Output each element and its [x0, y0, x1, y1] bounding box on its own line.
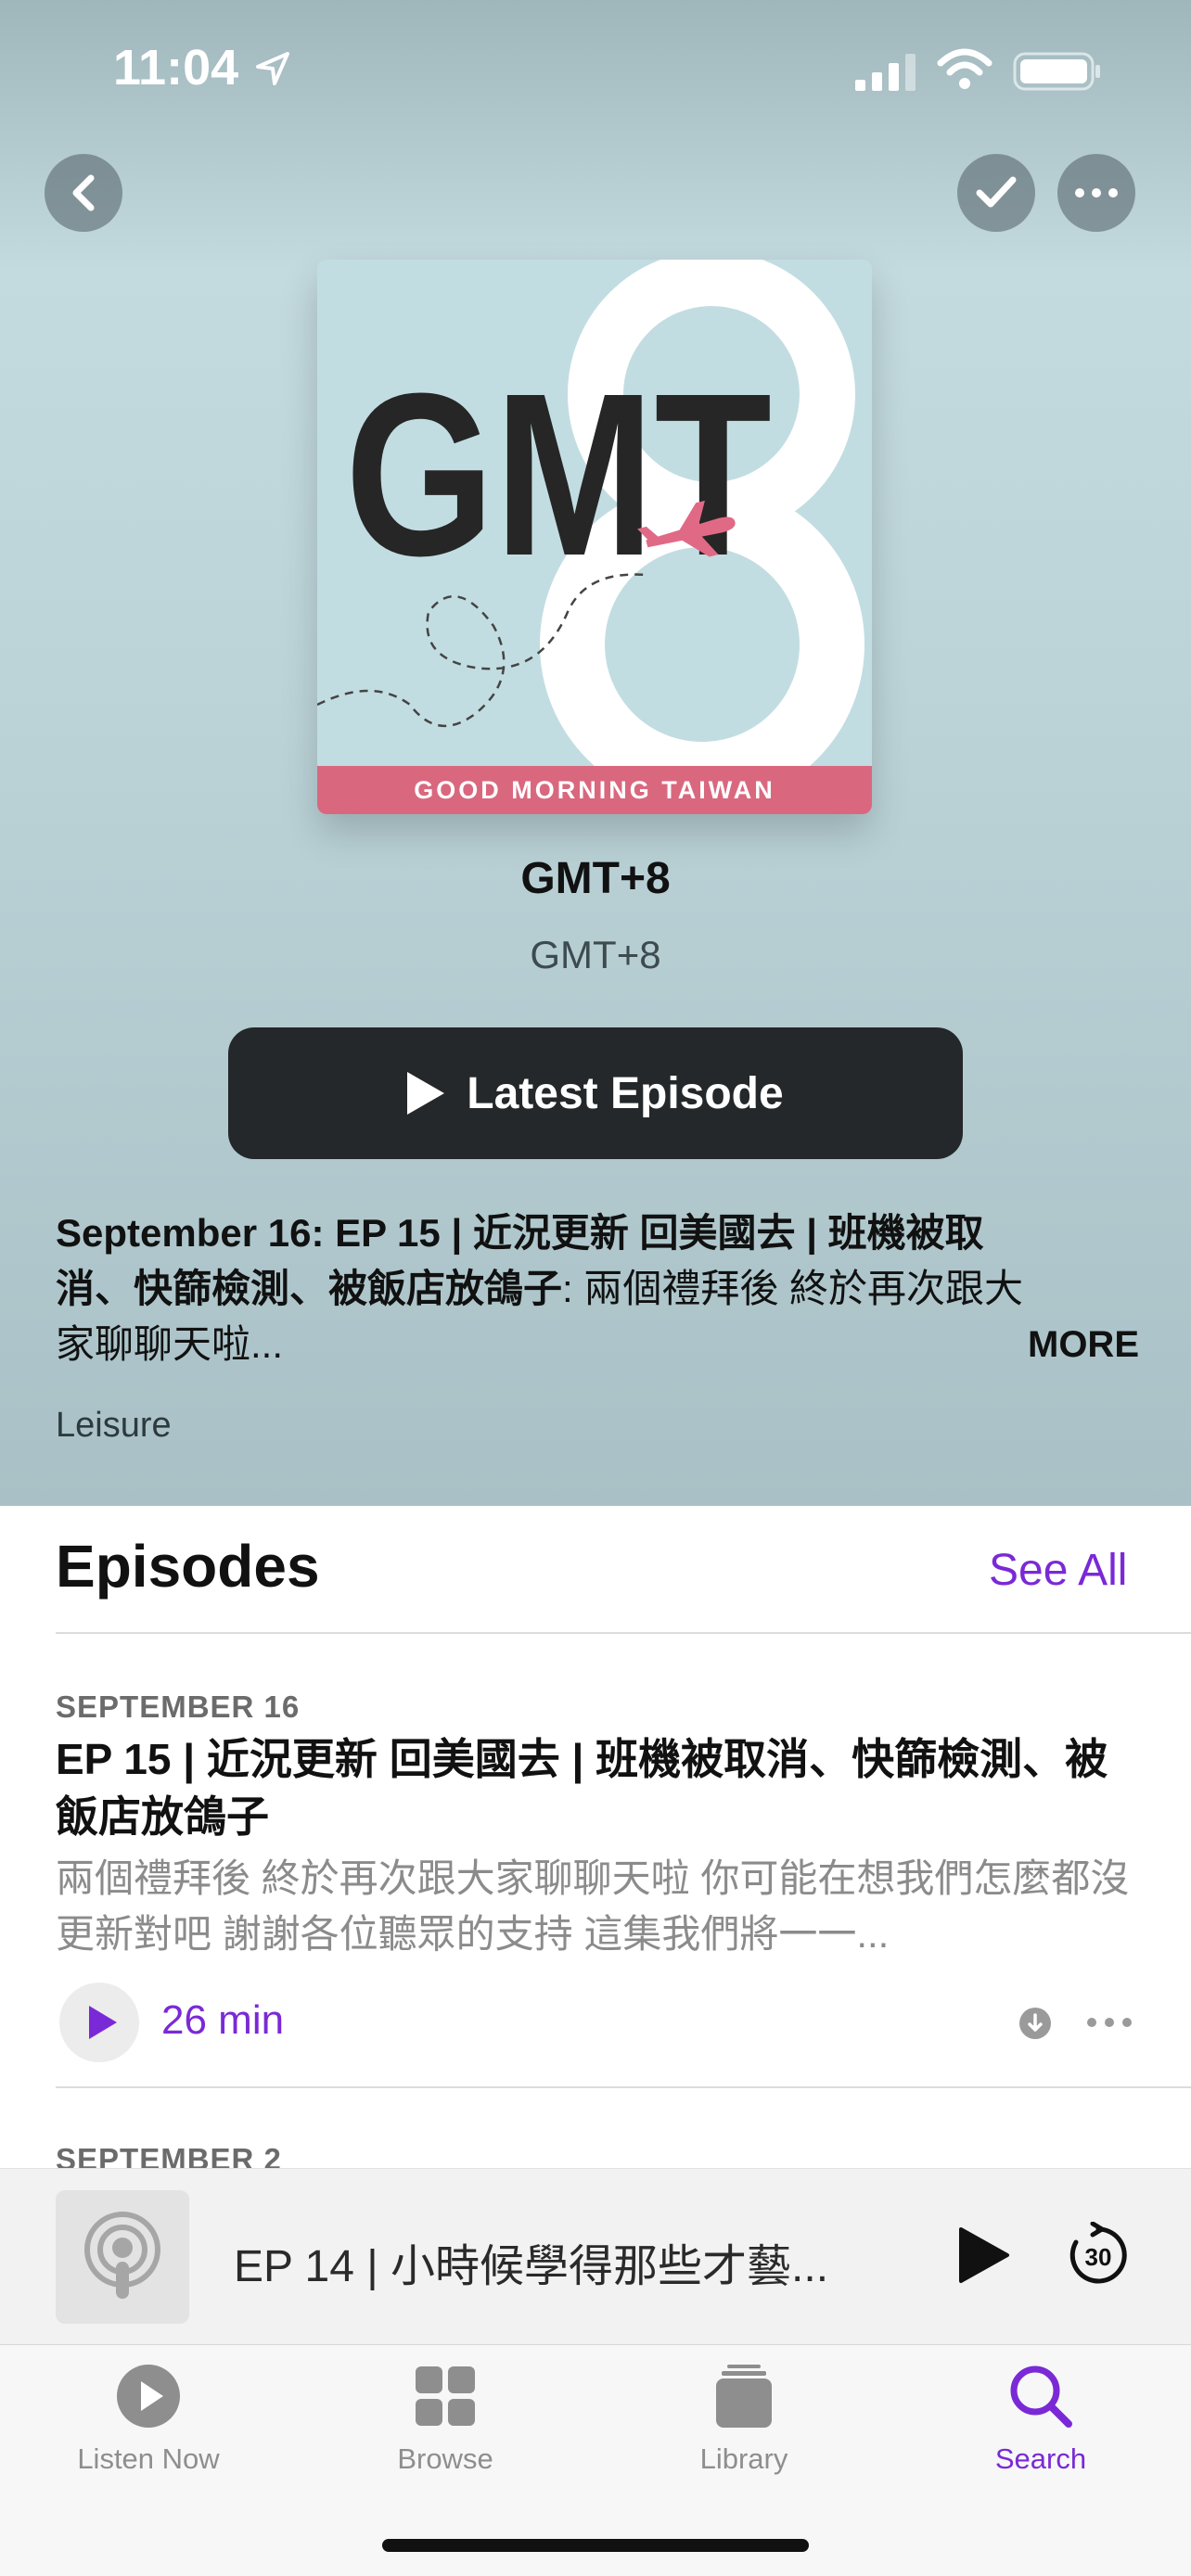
episode-date: SEPTEMBER 16	[56, 1690, 301, 1724]
show-author[interactable]: GMT+8	[0, 933, 1191, 977]
play-icon	[407, 1072, 445, 1115]
artwork-logo-text: GMT	[345, 345, 772, 604]
more-link[interactable]: MORE	[1028, 1324, 1139, 1366]
artwork-graphic: GMT	[317, 260, 872, 814]
latest-episode-button[interactable]: Latest Episode	[228, 1027, 963, 1159]
tab-listen-now[interactable]: Listen Now	[37, 2363, 260, 2476]
status-time: 11:04	[113, 40, 239, 96]
tab-search[interactable]: Search	[929, 2363, 1152, 2476]
podcast-placeholder-icon	[84, 2212, 160, 2299]
category-link[interactable]: Leisure	[56, 1406, 172, 1446]
magnifier-icon	[1010, 2366, 1072, 2428]
download-icon[interactable]	[1018, 2007, 1052, 2040]
cellular-signal-icon	[855, 54, 916, 91]
show-title: GMT+8	[520, 854, 671, 903]
show-description[interactable]: September 16: EP 15 | 近況更新 回美國去 | 班機被取消、…	[56, 1205, 1057, 1372]
see-all-link[interactable]: See All	[989, 1545, 1127, 1596]
skip-forward-30-icon[interactable]: 30	[1065, 2222, 1132, 2289]
back-button[interactable]	[45, 154, 122, 232]
tab-label: Library	[699, 2442, 788, 2475]
divider	[56, 1632, 1191, 1634]
more-options-button[interactable]	[1057, 154, 1135, 232]
episode-more-icon[interactable]	[1085, 2016, 1133, 2029]
stack-icon	[716, 2365, 772, 2428]
episode-play-button[interactable]	[59, 1983, 139, 2062]
status-bar: 11:04	[0, 0, 1191, 139]
artwork-banner-text: GOOD MORNING TAIWAN	[414, 775, 775, 804]
tab-library[interactable]: Library	[633, 2363, 855, 2476]
mini-player-title[interactable]: EP 14 | 小時候學得那些才藝...	[234, 2229, 883, 2294]
artwork-banner: GOOD MORNING TAIWAN	[317, 766, 872, 814]
mini-player-artwork	[56, 2190, 189, 2324]
tab-label: Listen Now	[77, 2442, 220, 2475]
location-arrow-icon	[256, 52, 289, 85]
episode-duration: 26 min	[161, 1997, 285, 2043]
ellipsis-icon	[1075, 188, 1118, 198]
episode-summary: 兩個禮拜後 終於再次跟大家聊聊天啦 你可能在想我們怎麼都沒更新對吧 謝謝各位聽眾…	[56, 1856, 1130, 1956]
play-icon[interactable]	[955, 2225, 1011, 2285]
tab-label: Search	[994, 2442, 1087, 2475]
grid-icon	[416, 2366, 475, 2426]
battery-icon	[1013, 52, 1100, 91]
subscribed-button[interactable]	[957, 154, 1035, 232]
checkmark-icon	[976, 176, 1017, 208]
tab-browse[interactable]: Browse	[334, 2363, 557, 2476]
play-icon	[89, 2006, 117, 2039]
home-indicator[interactable]	[382, 2539, 809, 2552]
wifi-icon	[937, 48, 992, 89]
chevron-left-icon	[72, 174, 95, 211]
latest-episode-label: Latest Episode	[467, 1068, 784, 1118]
divider	[56, 2086, 1191, 2088]
play-circle-icon	[117, 2365, 180, 2428]
episodes-header: Episodes	[56, 1533, 320, 1600]
episode-title: EP 15 | 近況更新 回美國去 | 班機被取消、快篩檢測、被飯店放鴿子	[56, 1735, 1108, 1841]
tab-label: Browse	[397, 2442, 493, 2475]
svg-text:30: 30	[1085, 2243, 1112, 2271]
podcast-artwork: GMT GOOD MORNING TAIWAN	[317, 260, 872, 814]
